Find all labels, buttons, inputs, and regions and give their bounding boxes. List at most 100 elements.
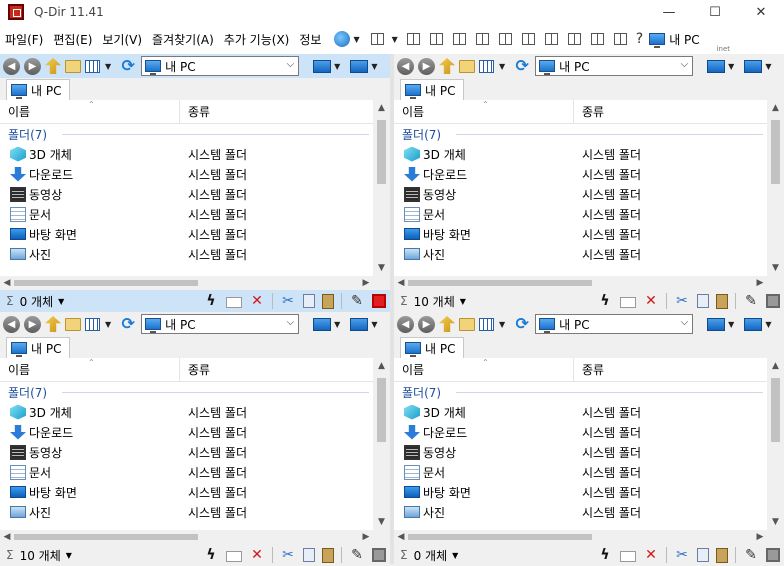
monitor-dropdown-icon[interactable]: ▼ — [728, 320, 734, 329]
layout-1-icon[interactable] — [370, 33, 384, 45]
layout-8-icon[interactable] — [544, 33, 558, 45]
paste-icon[interactable] — [322, 293, 334, 309]
cut-icon[interactable]: ✂ — [674, 293, 690, 309]
forward-icon[interactable]: ▶ — [418, 315, 435, 333]
delete-icon[interactable]: ✕ — [643, 547, 659, 563]
scroll-up-icon[interactable]: ▲ — [767, 358, 784, 374]
refresh-icon[interactable]: ⟳ — [120, 316, 136, 332]
monitor-dropdown-icon[interactable]: ▼ — [728, 62, 734, 71]
pen-icon[interactable]: ✎ — [743, 547, 759, 563]
address-dropdown-icon[interactable]: ⌵ — [681, 317, 689, 328]
scroll-right-icon[interactable]: ▶ — [359, 530, 373, 544]
folder-up-icon[interactable] — [45, 316, 61, 332]
new-folder-icon[interactable] — [65, 59, 81, 73]
close-button[interactable]: ✕ — [738, 0, 784, 24]
vertical-scrollbar[interactable]: ▲ ▼ — [373, 100, 390, 276]
address-dropdown-icon[interactable]: ⌵ — [287, 59, 295, 70]
maximize-button[interactable]: ☐ — [692, 0, 738, 24]
globe-dropdown-icon[interactable]: ▼ — [353, 35, 359, 44]
menu-info[interactable]: 정보 — [294, 31, 326, 48]
tab-my-pc[interactable]: 내 PC — [400, 79, 465, 100]
list-item[interactable]: 3D 개체 시스템 폴더 — [0, 402, 373, 422]
horizontal-scrollbar[interactable]: ◀ ▶ — [0, 276, 373, 290]
file-list[interactable]: 이름 ⌃ 종류 폴더(7) 3D 개체 시스템 폴더 다운로드 시스템 폴더 동영상 시스… — [0, 357, 373, 530]
lightning-icon[interactable]: ϟ — [597, 293, 613, 309]
stop-icon[interactable] — [372, 294, 386, 308]
address-combo[interactable]: 내 PC ⌵ — [141, 56, 300, 76]
menu-view[interactable]: 보기(V) — [97, 31, 147, 48]
vertical-scrollbar[interactable]: ▲ ▼ — [767, 100, 784, 276]
file-list[interactable]: 이름 ⌃ 종류 폴더(7) 3D 개체 시스템 폴더 다운로드 시스템 폴더 동영상 시스… — [394, 357, 767, 530]
list-item[interactable]: 다운로드 시스템 폴더 — [394, 422, 767, 442]
scroll-left-icon[interactable]: ◀ — [0, 530, 14, 544]
menu-file[interactable]: 파일(F) — [0, 31, 48, 48]
forward-icon[interactable]: ▶ — [24, 57, 41, 75]
stop-icon[interactable] — [372, 548, 386, 562]
display-icon[interactable] — [350, 317, 369, 331]
display-dropdown-icon[interactable]: ▼ — [765, 320, 771, 329]
address-combo[interactable]: 내 PC ⌵ — [141, 314, 300, 334]
layout-7-icon[interactable] — [521, 33, 535, 45]
stop-icon[interactable] — [766, 548, 780, 562]
horizontal-scroll-thumb[interactable] — [14, 534, 198, 540]
new-folder-icon[interactable] — [459, 59, 475, 73]
group-header[interactable]: 폴더(7) — [394, 382, 767, 402]
minimize-button[interactable]: — — [646, 0, 692, 24]
list-item[interactable]: 바탕 화면 시스템 폴더 — [0, 224, 373, 244]
scroll-up-icon[interactable]: ▲ — [373, 100, 390, 116]
list-item[interactable]: 문서 시스템 폴더 — [0, 462, 373, 482]
list-item[interactable]: 문서 시스템 폴더 — [0, 204, 373, 224]
group-header[interactable]: 폴더(7) — [0, 124, 373, 144]
menu-favorites[interactable]: 즐겨찾기(A) — [147, 31, 219, 48]
address-dropdown-icon[interactable]: ⌵ — [681, 59, 689, 70]
file-list[interactable]: 이름 ⌃ 종류 폴더(7) 3D 개체 시스템 폴더 다운로드 시스템 폴더 동영상 시스… — [394, 99, 767, 276]
vertical-scrollbar[interactable]: ▲ ▼ — [767, 358, 784, 530]
list-item[interactable]: 사진 시스템 폴더 — [394, 502, 767, 522]
list-item[interactable]: 3D 개체 시스템 폴더 — [0, 144, 373, 164]
pen-icon[interactable]: ✎ — [743, 293, 759, 309]
view-dropdown-icon[interactable]: ▼ — [499, 320, 505, 329]
refresh-icon[interactable]: ⟳ — [514, 316, 530, 332]
horizontal-scrollbar[interactable]: ◀ ▶ — [0, 530, 373, 544]
monitor-icon[interactable] — [313, 317, 332, 331]
delete-icon[interactable]: ✕ — [249, 293, 265, 309]
group-header[interactable]: 폴더(7) — [0, 382, 373, 402]
list-item[interactable]: 바탕 화면 시스템 폴더 — [0, 482, 373, 502]
scroll-up-icon[interactable]: ▲ — [373, 358, 390, 374]
display-icon[interactable] — [350, 59, 369, 73]
pen-icon[interactable]: ✎ — [349, 547, 365, 563]
copy-icon[interactable] — [697, 548, 709, 562]
view-dropdown-icon[interactable]: ▼ — [499, 62, 505, 71]
menu-edit[interactable]: 편집(E) — [48, 31, 97, 48]
scroll-left-icon[interactable]: ◀ — [0, 276, 14, 290]
mail-icon[interactable] — [226, 296, 242, 308]
address-dropdown-icon[interactable]: ⌵ — [287, 317, 295, 328]
list-item[interactable]: 3D 개체 시스템 폴더 — [394, 144, 767, 164]
folder-up-icon[interactable] — [439, 58, 455, 74]
display-dropdown-icon[interactable]: ▼ — [371, 320, 377, 329]
list-item[interactable]: 문서 시스템 폴더 — [394, 462, 767, 482]
count-dropdown-icon[interactable]: ▼ — [460, 297, 466, 306]
view-dropdown-icon[interactable]: ▼ — [105, 320, 111, 329]
column-type-header[interactable]: 종류 — [574, 361, 604, 378]
column-type-header[interactable]: 종류 — [574, 103, 604, 120]
monitor-icon[interactable] — [313, 59, 332, 73]
list-item[interactable]: 문서 시스템 폴더 — [394, 204, 767, 224]
file-list[interactable]: 이름 ⌃ 종류 폴더(7) 3D 개체 시스템 폴더 다운로드 시스템 폴더 동영상 시스… — [0, 99, 373, 276]
count-dropdown-icon[interactable]: ▼ — [66, 551, 72, 560]
new-folder-icon[interactable] — [459, 317, 475, 331]
back-icon[interactable]: ◀ — [397, 57, 414, 75]
scroll-right-icon[interactable]: ▶ — [753, 530, 767, 544]
my-pc-shortcut[interactable]: 내 PC — [649, 31, 700, 48]
scroll-left-icon[interactable]: ◀ — [394, 530, 408, 544]
layout-2-icon[interactable] — [406, 33, 420, 45]
layout-4-icon[interactable] — [452, 33, 466, 45]
layout-dropdown-icon[interactable]: ▼ — [392, 35, 398, 44]
paste-icon[interactable] — [716, 293, 728, 309]
view-mode-icon[interactable] — [479, 59, 494, 73]
scroll-right-icon[interactable]: ▶ — [753, 276, 767, 290]
list-item[interactable]: 다운로드 시스템 폴더 — [0, 164, 373, 184]
list-item[interactable]: 동영상 시스템 폴더 — [0, 442, 373, 462]
copy-icon[interactable] — [303, 548, 315, 562]
back-icon[interactable]: ◀ — [397, 315, 414, 333]
